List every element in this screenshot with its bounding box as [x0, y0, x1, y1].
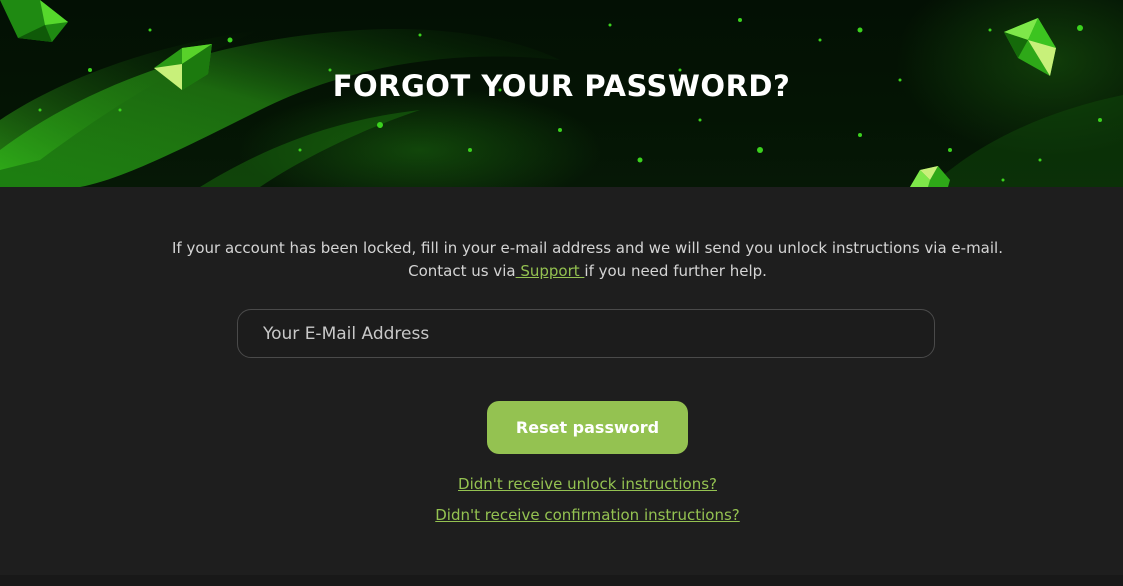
emerald-gem-icon — [910, 166, 950, 187]
unlock-instructions-link[interactable]: Didn't receive unlock instructions? — [458, 475, 717, 493]
confirmation-instructions-row: Didn't receive confirmation instructions… — [0, 506, 1123, 524]
contact-prefix: Contact us via — [408, 262, 516, 280]
contact-line: Contact us via Support if you need furth… — [0, 260, 1123, 283]
page-title: FORGOT YOUR PASSWORD? — [332, 69, 791, 103]
email-field[interactable] — [237, 309, 935, 358]
contact-suffix: if you need further help. — [584, 262, 767, 280]
support-link[interactable]: Support — [516, 262, 585, 280]
reset-password-button[interactable]: Reset password — [487, 401, 688, 454]
forgot-password-page: FORGOT YOUR PASSWORD? If your account ha… — [0, 0, 1123, 586]
instructions-text: If your account has been locked, fill in… — [0, 237, 1123, 283]
confirmation-instructions-link[interactable]: Didn't receive confirmation instructions… — [435, 506, 740, 524]
reset-form-section: If your account has been locked, fill in… — [0, 187, 1123, 575]
footer-edge — [0, 575, 1123, 586]
instructions-line: If your account has been locked, fill in… — [172, 239, 1003, 257]
email-input[interactable] — [238, 310, 934, 357]
emerald-gem-icon — [0, 0, 68, 42]
unlock-instructions-row: Didn't receive unlock instructions? — [0, 475, 1123, 493]
hero-banner: FORGOT YOUR PASSWORD? — [0, 0, 1123, 187]
